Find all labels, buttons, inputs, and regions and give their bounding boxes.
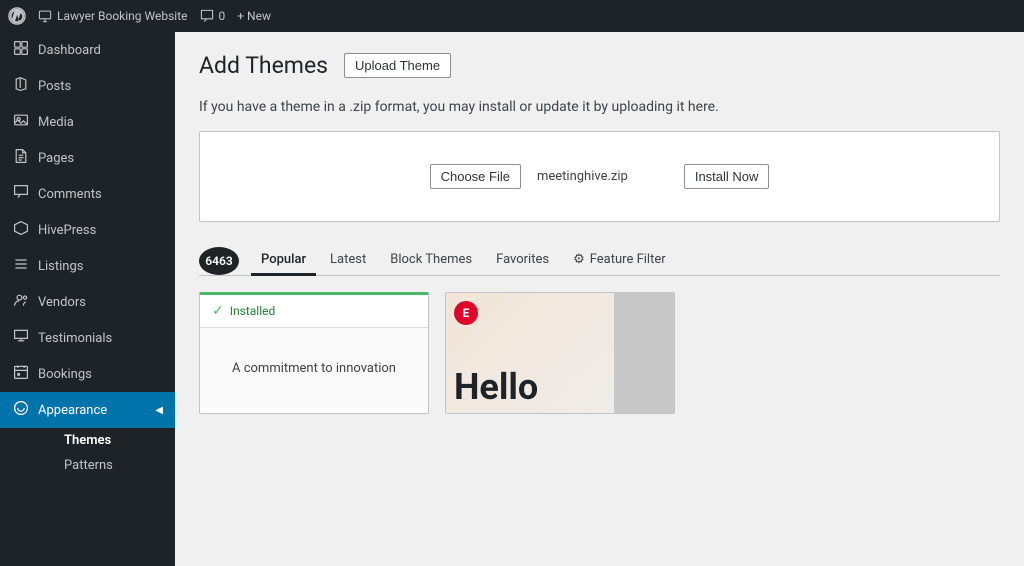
theme-card-title-1: A commitment to innovation — [232, 361, 396, 376]
comments-link[interactable]: 0 — [200, 9, 226, 23]
sidebar-item-testimonials[interactable]: Testimonials — [0, 320, 175, 356]
page-title: Add Themes — [199, 52, 328, 79]
main-layout: Dashboard Posts Media Pages Comments — [0, 32, 1024, 566]
collapse-icon: ◀ — [155, 405, 163, 416]
file-name-label: meetinghive.zip — [537, 169, 628, 184]
sidebar-item-dashboard[interactable]: Dashboard — [0, 32, 175, 68]
sidebar-sub-menu: Themes Patterns — [0, 428, 175, 478]
listings-icon — [12, 256, 30, 276]
sidebar-item-comments[interactable]: Comments — [0, 176, 175, 212]
sidebar-sub-item-patterns[interactable]: Patterns — [32, 453, 175, 478]
page-header: Add Themes Upload Theme — [199, 52, 1000, 79]
choose-file-button[interactable]: Choose File — [430, 164, 521, 189]
sidebar-item-media[interactable]: Media — [0, 104, 175, 140]
sidebar-item-posts[interactable]: Posts — [0, 68, 175, 104]
check-icon: ✓ — [212, 303, 224, 319]
sidebar-item-listings[interactable]: Listings — [0, 248, 175, 284]
hello-text: Hello — [454, 369, 538, 405]
tab-favorites[interactable]: Favorites — [486, 246, 559, 276]
theme-card-hello[interactable]: E Hello — [445, 292, 675, 414]
dashboard-icon — [12, 40, 30, 60]
gear-icon: ⚙ — [573, 252, 585, 267]
sidebar: Dashboard Posts Media Pages Comments — [0, 32, 175, 566]
theme-preview-sidebar — [614, 293, 674, 413]
installed-badge: ✓ Installed — [200, 295, 428, 328]
install-now-button[interactable]: Install Now — [684, 164, 770, 189]
main-content: Add Themes Upload Theme If you have a th… — [175, 32, 1024, 566]
theme-card-installed[interactable]: ✓ Installed A commitment to innovation — [199, 292, 429, 414]
tab-popular[interactable]: Popular — [251, 246, 316, 276]
themes-grid: ✓ Installed A commitment to innovation E… — [199, 292, 1000, 414]
media-icon — [12, 112, 30, 132]
tab-feature-filter[interactable]: ⚙ Feature Filter — [563, 246, 676, 276]
upload-theme-button[interactable]: Upload Theme — [344, 53, 451, 78]
comments-icon — [12, 184, 30, 204]
sidebar-item-hivepress[interactable]: HivePress — [0, 212, 175, 248]
testimonials-icon — [12, 328, 30, 348]
posts-icon — [12, 76, 30, 96]
sidebar-item-appearance[interactable]: Appearance ◀ — [0, 392, 175, 428]
theme-preview-hello: E Hello — [446, 293, 674, 413]
pages-icon — [12, 148, 30, 168]
wp-logo-icon[interactable] — [8, 7, 26, 25]
sidebar-item-bookings[interactable]: Bookings — [0, 356, 175, 392]
sidebar-sub-item-themes[interactable]: Themes — [32, 428, 175, 453]
upload-description: If you have a theme in a .zip format, yo… — [199, 99, 1000, 115]
tab-block-themes[interactable]: Block Themes — [380, 246, 482, 276]
top-bar: Lawyer Booking Website 0 + New — [0, 0, 1024, 32]
new-content-link[interactable]: + New — [237, 9, 271, 23]
tab-count-badge[interactable]: 6463 — [199, 247, 239, 275]
bookings-icon — [12, 364, 30, 384]
vendors-icon — [12, 292, 30, 312]
appearance-icon — [12, 400, 30, 420]
sidebar-item-pages[interactable]: Pages — [0, 140, 175, 176]
tabs-bar: 6463 Popular Latest Block Themes Favorit… — [199, 246, 1000, 276]
elementor-badge: E — [454, 301, 478, 325]
hivepress-icon — [12, 220, 30, 240]
upload-box: Choose File meetinghive.zip Install Now — [199, 131, 1000, 222]
theme-card-body-1: A commitment to innovation — [200, 328, 428, 408]
tab-latest[interactable]: Latest — [320, 246, 376, 276]
sidebar-item-vendors[interactable]: Vendors — [0, 284, 175, 320]
site-name[interactable]: Lawyer Booking Website — [38, 9, 188, 23]
